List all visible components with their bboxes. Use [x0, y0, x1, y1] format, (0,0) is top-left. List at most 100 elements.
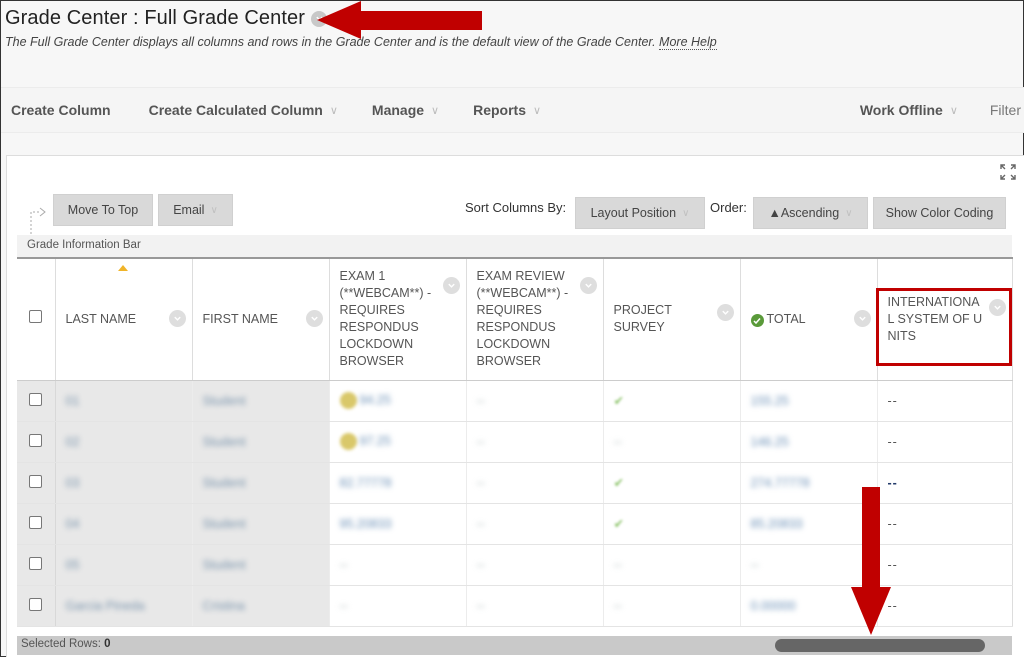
column-header-exam-1[interactable]: EXAM 1 (**WEBCAM**) - REQUIRES RESPONDUS… — [329, 258, 467, 381]
sort-columns-by-value: Layout Position — [590, 206, 677, 220]
exam-review-cell[interactable]: -- — [466, 421, 604, 463]
column-menu-chevron-icon[interactable] — [305, 310, 323, 328]
horizontal-scrollbar-thumb[interactable] — [775, 639, 985, 652]
check-circle-icon — [750, 314, 764, 328]
grade-value: 0.00000 — [750, 598, 796, 613]
row-checkbox[interactable] — [29, 556, 43, 570]
reports-menu[interactable]: Reports ∨ — [473, 102, 541, 118]
last-name: 02 — [65, 434, 80, 449]
total-cell[interactable]: 155.25 — [740, 380, 878, 422]
column-header-label: EXAM REVIEW (**WEBCAM**) - REQUIRES RESP… — [476, 269, 569, 369]
first-name-cell[interactable]: Student — [192, 503, 330, 545]
grade-value: 97.25 — [359, 433, 391, 448]
show-color-coding-button[interactable]: Show Color Coding — [873, 197, 1006, 229]
create-column-label: Create Column — [11, 102, 111, 118]
column-header-exam-review[interactable]: EXAM REVIEW (**WEBCAM**) - REQUIRES RESP… — [466, 258, 604, 381]
exam-review-cell[interactable]: -- — [466, 503, 604, 545]
grade-value: 155.25 — [750, 393, 789, 408]
row-checkbox[interactable] — [29, 474, 43, 488]
isu-cell[interactable]: -- — [877, 462, 1013, 504]
grade-information-bar-label: Grade Information Bar — [27, 239, 141, 251]
last-name-cell[interactable]: Garcia Pineda — [55, 585, 193, 627]
column-menu-chevron-icon[interactable] — [168, 310, 186, 328]
project-survey-cell[interactable]: ✔ — [603, 503, 741, 545]
grade-value: -- — [339, 598, 348, 613]
more-help-link[interactable]: More Help — [659, 35, 717, 50]
work-offline-label: Work Offline — [859, 102, 943, 118]
column-header-first-name[interactable]: FIRST NAME — [192, 258, 330, 381]
column-menu-chevron-icon[interactable] — [579, 277, 597, 294]
exam-1-cell[interactable]: 97.25 — [329, 421, 467, 463]
last-name: 01 — [65, 393, 80, 408]
exam-1-cell[interactable]: -- — [329, 585, 467, 627]
select-all-checkbox[interactable] — [29, 310, 43, 324]
isu-cell[interactable]: -- — [877, 585, 1013, 627]
row-checkbox[interactable] — [29, 597, 43, 611]
column-menu-chevron-icon[interactable] — [716, 304, 734, 321]
isu-cell[interactable]: -- — [877, 380, 1013, 422]
column-header-international-system-of-units[interactable]: INTERNATIONAL SYSTEM OF UNITS — [877, 258, 1013, 381]
column-header-last-name[interactable]: LAST NAME — [55, 258, 193, 381]
action-bar: Create Column Create Calculated Column ∨… — [1, 87, 1024, 133]
manage-menu[interactable]: Manage ∨ — [372, 102, 439, 118]
column-header-project-survey[interactable]: PROJECT SURVEY — [603, 258, 741, 381]
row-checkbox[interactable] — [29, 515, 43, 529]
exam-review-cell[interactable]: -- — [466, 380, 604, 422]
move-to-top-button[interactable]: Move To Top — [53, 194, 153, 226]
chevron-down-icon: ∨ — [682, 207, 690, 219]
column-menu-chevron-icon[interactable] — [853, 310, 871, 328]
email-menu-button[interactable]: Email ∨ — [158, 194, 233, 226]
first-name-cell[interactable]: Student — [192, 462, 330, 504]
column-header-total[interactable]: TOTAL — [740, 258, 878, 381]
exam-review-cell[interactable]: -- — [466, 462, 604, 504]
grade-value: -- — [476, 557, 485, 572]
project-survey-cell[interactable]: ✔ — [603, 380, 741, 422]
grade-value: -- — [476, 393, 485, 408]
order-select[interactable]: ▲Ascending ∨ — [753, 197, 868, 229]
grade-value: -- — [476, 434, 485, 449]
last-name-cell[interactable]: 02 — [55, 421, 193, 463]
last-name-cell[interactable]: 01 — [55, 380, 193, 422]
email-label: Email — [173, 203, 205, 217]
row-select-cell — [17, 585, 56, 627]
grade-value: 95.20833 — [339, 516, 392, 531]
work-offline-menu[interactable]: Work Offline ∨ — [860, 102, 958, 118]
total-cell[interactable]: 146.25 — [740, 421, 878, 463]
row-checkbox[interactable] — [29, 433, 43, 447]
column-menu-chevron-icon[interactable] — [442, 277, 460, 294]
grade-value: -- — [613, 598, 622, 613]
first-name: Student — [202, 557, 246, 572]
sort-columns-by-select[interactable]: Layout Position ∨ — [575, 197, 705, 229]
exam-1-cell[interactable]: -- — [329, 544, 467, 586]
first-name-cell[interactable]: Student — [192, 380, 330, 422]
row-checkbox[interactable] — [29, 392, 43, 406]
first-name-cell[interactable]: Student — [192, 421, 330, 463]
exam-1-cell[interactable]: 82.77778 — [329, 462, 467, 504]
column-menu-chevron-icon[interactable] — [988, 299, 1006, 316]
manage-label: Manage — [371, 102, 425, 118]
sort-columns-by-label: Sort Columns By: — [465, 200, 567, 215]
last-name-cell[interactable]: 04 — [55, 503, 193, 545]
isu-cell[interactable]: -- — [877, 544, 1013, 586]
last-name-cell[interactable]: 03 — [55, 462, 193, 504]
project-survey-cell[interactable]: -- — [603, 421, 741, 463]
exam-review-cell[interactable]: -- — [466, 544, 604, 586]
filter-button[interactable]: Filter — [990, 102, 1021, 118]
exam-1-cell[interactable]: 95.20833 — [329, 503, 467, 545]
project-survey-cell[interactable]: ✔ — [603, 462, 741, 504]
expand-fullscreen-icon[interactable] — [1000, 164, 1016, 180]
grade-value: 85.20833 — [750, 516, 803, 531]
needs-grading-icon — [339, 433, 357, 450]
last-name-cell[interactable]: 05 — [55, 544, 193, 586]
create-column-button[interactable]: Create Column — [11, 102, 111, 118]
exam-review-cell[interactable]: -- — [466, 585, 604, 627]
page-title: Grade Center : Full Grade Center — [5, 7, 305, 29]
first-name-cell[interactable]: Cristina — [192, 585, 330, 627]
isu-cell[interactable]: -- — [877, 421, 1013, 463]
create-calculated-column-menu[interactable]: Create Calculated Column ∨ — [149, 102, 338, 118]
project-survey-cell[interactable]: -- — [603, 544, 741, 586]
first-name-cell[interactable]: Student — [192, 544, 330, 586]
isu-cell[interactable]: -- — [877, 503, 1013, 545]
project-survey-cell[interactable]: -- — [603, 585, 741, 627]
exam-1-cell[interactable]: 94.25 — [329, 380, 467, 422]
